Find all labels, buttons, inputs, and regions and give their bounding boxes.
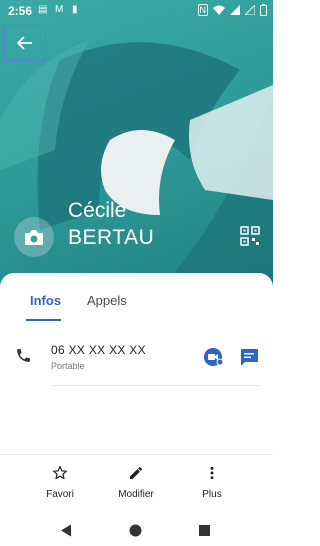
arrow-back-icon	[17, 36, 32, 50]
signal-icon	[230, 5, 240, 15]
status-time: 2:56	[8, 4, 33, 18]
active-tab-indicator	[26, 319, 61, 321]
tab-infos[interactable]: Infos	[30, 293, 61, 308]
more-vertical-icon	[210, 466, 214, 480]
contact-last-name: BERTAU	[68, 226, 155, 249]
phone-type: Portable	[51, 361, 85, 371]
more-button[interactable]: Plus	[182, 465, 242, 500]
system-icons: N	[197, 4, 267, 16]
edit-pencil-icon	[130, 467, 142, 479]
more-label: Plus	[202, 489, 222, 500]
contact-details-sheet: Infos Appels 06 XX XX XX XX Portable Fav…	[0, 273, 273, 546]
nfc-icon: N	[197, 4, 208, 16]
video-call-icon[interactable]	[203, 347, 225, 367]
contact-action-bar: Favori Modifier Plus	[0, 454, 273, 515]
edit-label: Modifier	[118, 489, 154, 500]
system-navigation-bar	[0, 514, 273, 546]
status-bar: 2:56 ▤ M ▮ N	[0, 0, 273, 22]
nav-back-icon[interactable]	[60, 524, 72, 537]
qr-code-icon	[240, 226, 260, 246]
row-divider	[51, 385, 260, 386]
tab-appels[interactable]: Appels	[87, 293, 127, 308]
message-icon: ▤	[38, 4, 48, 15]
phone-icon	[17, 349, 30, 362]
phone-number-row[interactable]: 06 XX XX XX XX Portable	[0, 335, 273, 385]
nav-recents-icon[interactable]	[199, 525, 210, 536]
nav-home-icon[interactable]	[129, 524, 142, 537]
favorite-button[interactable]: Favori	[30, 465, 90, 500]
tab-bar: Infos Appels	[0, 273, 273, 321]
change-photo-button[interactable]	[14, 217, 54, 257]
star-outline-icon	[53, 466, 67, 480]
battery-icon	[260, 4, 267, 16]
back-button[interactable]	[4, 25, 46, 61]
qr-code-button[interactable]	[240, 226, 262, 248]
signal-icon	[245, 5, 255, 15]
wifi-icon	[213, 5, 225, 15]
favorite-label: Favori	[46, 489, 74, 500]
trash-icon: ▮	[72, 4, 78, 15]
camera-icon	[25, 229, 43, 245]
message-icon[interactable]	[239, 347, 259, 367]
phone-number: 06 XX XX XX XX	[51, 343, 146, 357]
contact-first-name: Cécile	[68, 199, 127, 222]
gmail-icon: M	[55, 4, 64, 15]
edit-button[interactable]: Modifier	[106, 465, 166, 500]
